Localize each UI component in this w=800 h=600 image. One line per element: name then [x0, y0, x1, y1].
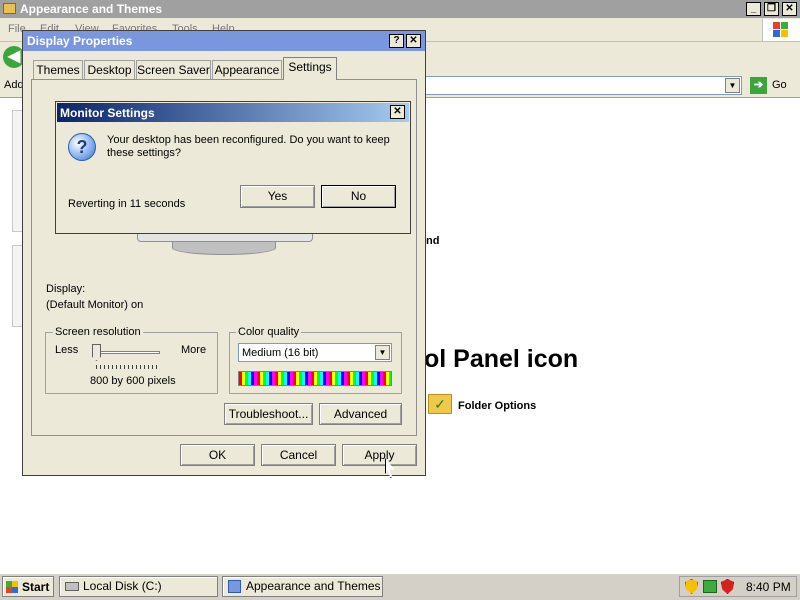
start-button[interactable]: Start — [2, 576, 54, 597]
monitor-settings-dialog: Monitor Settings ✕ ? Your desktop has be… — [55, 101, 411, 234]
help-button[interactable]: ? — [389, 34, 404, 48]
windows-flag-icon — [6, 581, 18, 593]
ok-button[interactable]: OK — [180, 444, 255, 466]
color-quality-value: Medium (16 bit) — [242, 347, 319, 359]
color-quality-title: Color quality — [236, 326, 302, 338]
drive-icon — [65, 582, 79, 591]
folder-icon — [3, 3, 16, 14]
explorer-title: Appearance and Themes — [20, 2, 163, 16]
explorer-titlebar: Appearance and Themes _ ❐ ✕ — [0, 0, 800, 18]
tab-appearance[interactable]: Appearance — [212, 60, 282, 79]
close-button[interactable]: ✕ — [390, 105, 405, 119]
close-button[interactable]: ✕ — [406, 34, 421, 48]
partial-text: nd — [426, 235, 440, 247]
apply-button[interactable]: Apply — [342, 444, 417, 466]
troubleshoot-button[interactable]: Troubleshoot... — [224, 403, 313, 425]
start-label: Start — [22, 580, 50, 594]
display-label: Display: — [46, 283, 86, 295]
windows-logo-icon — [762, 19, 800, 41]
tab-themes[interactable]: Themes — [33, 60, 83, 79]
folder-options-icon[interactable]: ✓ — [428, 394, 452, 414]
go-label[interactable]: Go — [772, 79, 787, 91]
close-button[interactable]: ✕ — [782, 2, 797, 16]
less-label: Less — [55, 344, 79, 356]
taskbar-item-appearance[interactable]: Appearance and Themes — [222, 576, 383, 597]
display-properties-title: Display Properties — [27, 34, 133, 48]
slider-ticks — [96, 365, 158, 369]
tab-desktop[interactable]: Desktop — [84, 60, 135, 79]
maximize-button[interactable]: ❐ — [764, 2, 779, 16]
folder-options-link[interactable]: Folder Options — [458, 400, 536, 412]
color-quality-select[interactable]: Medium (16 bit) ▼ — [238, 343, 392, 362]
color-spectrum-bar — [238, 371, 392, 386]
minimize-button[interactable]: _ — [746, 2, 761, 16]
go-arrow-icon[interactable]: ➔ — [750, 77, 767, 94]
yes-button[interactable]: Yes — [240, 185, 315, 208]
resolution-slider-track[interactable] — [94, 351, 160, 354]
network-icon[interactable] — [703, 580, 717, 593]
monitor-settings-titlebar: Monitor Settings ✕ — [57, 103, 409, 122]
monitor-settings-title: Monitor Settings — [60, 106, 155, 120]
monitor-settings-message: Your desktop has been reconfigured. Do y… — [107, 134, 390, 159]
revert-countdown: Reverting in 11 seconds — [68, 198, 186, 210]
cancel-button[interactable]: Cancel — [261, 444, 336, 466]
monitor-stand — [172, 241, 276, 255]
tab-settings[interactable]: Settings — [283, 57, 337, 80]
address-dropdown-button[interactable]: ▼ — [725, 78, 740, 93]
screen-resolution-title: Screen resolution — [53, 326, 143, 338]
security-shield-icon[interactable] — [685, 579, 698, 594]
display-properties-titlebar: Display Properties ? ✕ — [23, 31, 425, 51]
more-label: More — [181, 344, 207, 356]
appearance-icon — [228, 580, 241, 593]
clock: 8:40 PM — [746, 580, 791, 594]
alert-shield-icon[interactable] — [721, 579, 734, 594]
control-panel-heading: ol Panel icon — [424, 345, 579, 373]
advanced-button[interactable]: Advanced — [319, 403, 402, 425]
display-value: (Default Monitor) on — [46, 299, 144, 311]
system-tray: 8:40 PM — [679, 576, 797, 597]
no-button[interactable]: No — [321, 185, 396, 208]
resolution-value: 800 by 600 pixels — [90, 375, 176, 387]
chevron-down-icon[interactable]: ▼ — [375, 345, 390, 360]
tab-screen-saver[interactable]: Screen Saver — [136, 60, 211, 79]
taskbar-item-local-disk[interactable]: Local Disk (C:) — [59, 576, 218, 597]
question-icon: ? — [68, 133, 96, 161]
address-input[interactable]: ▼ — [420, 76, 742, 95]
